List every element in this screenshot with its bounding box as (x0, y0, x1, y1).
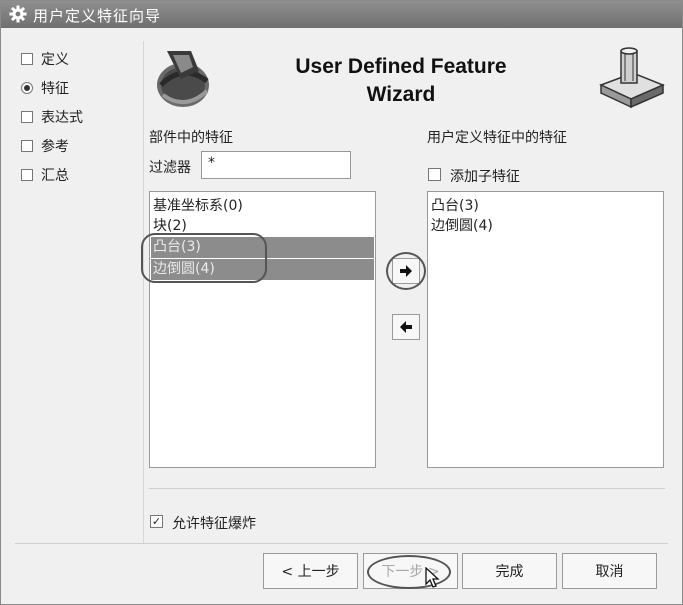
step-expressions-checkbox (21, 111, 33, 123)
step-references-checkbox (21, 140, 33, 152)
list-item[interactable]: 边倒圆(4) (429, 216, 662, 237)
add-to-udf-button[interactable] (392, 258, 420, 284)
add-child-feature-checkbox[interactable] (428, 168, 441, 181)
remove-from-udf-button[interactable] (392, 314, 420, 340)
gear-icon (9, 5, 27, 23)
list-item[interactable]: 块(2) (151, 216, 374, 237)
step-references-label: 参考 (41, 139, 69, 155)
list-item-selected[interactable]: 凸台(3) (151, 237, 374, 258)
allow-explode-label: 允许特征爆炸 (172, 516, 256, 532)
back-button[interactable]: < 上一步 (263, 553, 358, 589)
step-current-indicator (21, 82, 33, 94)
udf-wizard-dialog: 用户定义特征向导 定义 特征 表达式 参考 汇总 User Defined Fe… (0, 0, 683, 605)
list-item[interactable]: 基准坐标系(0) (151, 196, 374, 217)
window-title: 用户定义特征向导 (33, 7, 162, 25)
filter-label: 过滤器 (149, 160, 191, 176)
step-summary-label: 汇总 (41, 168, 69, 184)
step-references[interactable]: 参考 (21, 136, 69, 156)
step-features-label: 特征 (41, 81, 69, 97)
step-summary[interactable]: 汇总 (21, 165, 69, 185)
udf-features-list[interactable]: 凸台(3) 边倒圆(4) (427, 191, 664, 468)
list-item-selected[interactable]: 边倒圆(4) (151, 259, 374, 280)
add-child-feature-label: 添加子特征 (450, 169, 520, 185)
feature-block-icon (599, 47, 665, 109)
filter-input[interactable]: * (201, 151, 351, 179)
allow-explode-checkbox[interactable]: ✓ (150, 515, 163, 528)
wizard-globe-icon (157, 51, 209, 107)
wizard-title: User Defined Feature Wizard (263, 53, 539, 109)
udf-features-heading: 用户定义特征中的特征 (427, 130, 567, 146)
step-define-label: 定义 (41, 52, 69, 68)
title-bar[interactable]: 用户定义特征向导 (1, 1, 682, 28)
step-features[interactable]: 特征 (21, 78, 69, 98)
footer-divider (15, 543, 668, 544)
step-expressions[interactable]: 表达式 (21, 107, 83, 127)
part-features-heading: 部件中的特征 (149, 130, 233, 146)
mouse-cursor-icon (425, 567, 440, 588)
step-summary-checkbox (21, 169, 33, 181)
wizard-title-line2: Wizard (366, 83, 436, 106)
divider (149, 488, 665, 489)
step-define-checkbox (21, 53, 33, 65)
wizard-title-line1: User Defined Feature (295, 55, 507, 78)
steps-panel: 定义 特征 表达式 参考 汇总 (15, 41, 144, 543)
next-button[interactable]: 下一步 > (363, 553, 458, 589)
cancel-button[interactable]: 取消 (562, 553, 657, 589)
finish-button[interactable]: 完成 (462, 553, 557, 589)
arrow-right-icon (400, 265, 412, 277)
step-define[interactable]: 定义 (21, 49, 69, 69)
step-expressions-label: 表达式 (41, 110, 83, 126)
list-item[interactable]: 凸台(3) (429, 196, 662, 217)
arrow-left-icon (400, 321, 412, 333)
part-features-list[interactable]: 基准坐标系(0) 块(2) 凸台(3) 边倒圆(4) (149, 191, 376, 468)
